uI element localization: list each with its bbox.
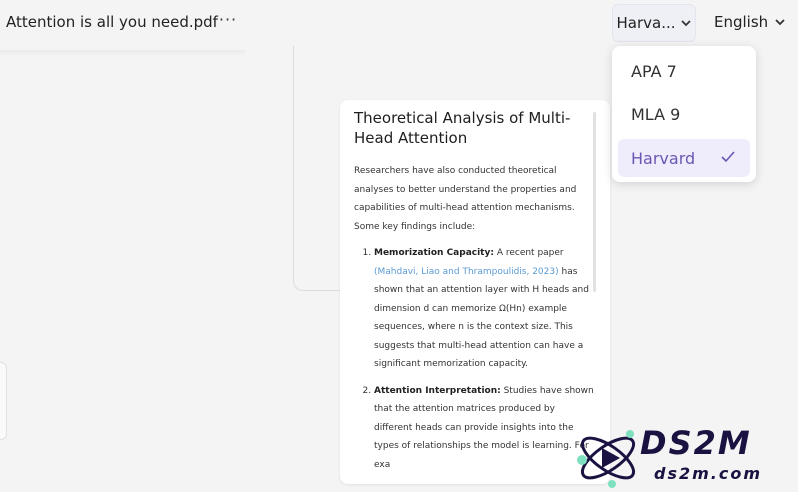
language-value: English: [714, 13, 769, 31]
citation-link[interactable]: (Mahdavi, Liao and Thrampoulidis, 2023): [374, 267, 559, 277]
citation-style-dropdown: APA 7 MLA 9 Harvard: [612, 46, 756, 182]
option-label: APA 7: [631, 61, 677, 81]
dropdown-option-harvard[interactable]: Harvard: [618, 139, 750, 177]
option-label: Harvard: [631, 148, 696, 168]
dropdown-option-mla[interactable]: MLA 9: [618, 95, 750, 133]
toolbar-shadow: [0, 50, 245, 56]
dropdown-option-apa[interactable]: APA 7: [618, 52, 750, 90]
list-item: Memorization Capacity: A recent paper (M…: [374, 244, 596, 374]
watermark-url: ds2m.com: [654, 464, 763, 483]
citation-style-select[interactable]: Harva...: [612, 4, 696, 42]
section-heading: Theoretical Analysis of Multi-Head Atten…: [354, 109, 571, 147]
more-options-button[interactable]: ···: [216, 11, 240, 35]
finding-text: A recent paper: [493, 248, 564, 258]
section-intro: Researchers have also conducted theoreti…: [354, 166, 577, 232]
option-label: MLA 9: [631, 104, 681, 124]
chevron-down-icon: [775, 19, 785, 26]
check-icon: [721, 151, 735, 163]
finding-title: Memorization Capacity:: [374, 248, 494, 258]
card-scrollbar[interactable]: [593, 112, 596, 292]
language-select[interactable]: English: [714, 13, 786, 31]
finding-text: has shown that an attention layer with H…: [374, 266, 589, 370]
chevron-down-icon: [680, 20, 691, 27]
top-bar: Attention is all you need.pdf ··· Harva.…: [0, 0, 798, 50]
atom-logo-icon: [577, 430, 636, 488]
watermark-logo: DS2M ds2m.com: [560, 422, 798, 492]
document-title: Attention is all you need.pdf: [6, 13, 218, 31]
finding-title: Attention Interpretation:: [374, 385, 501, 396]
side-panel-edge[interactable]: [0, 362, 7, 440]
watermark-brand: DS2M: [640, 424, 752, 462]
citation-style-value: Harva...: [616, 14, 676, 32]
